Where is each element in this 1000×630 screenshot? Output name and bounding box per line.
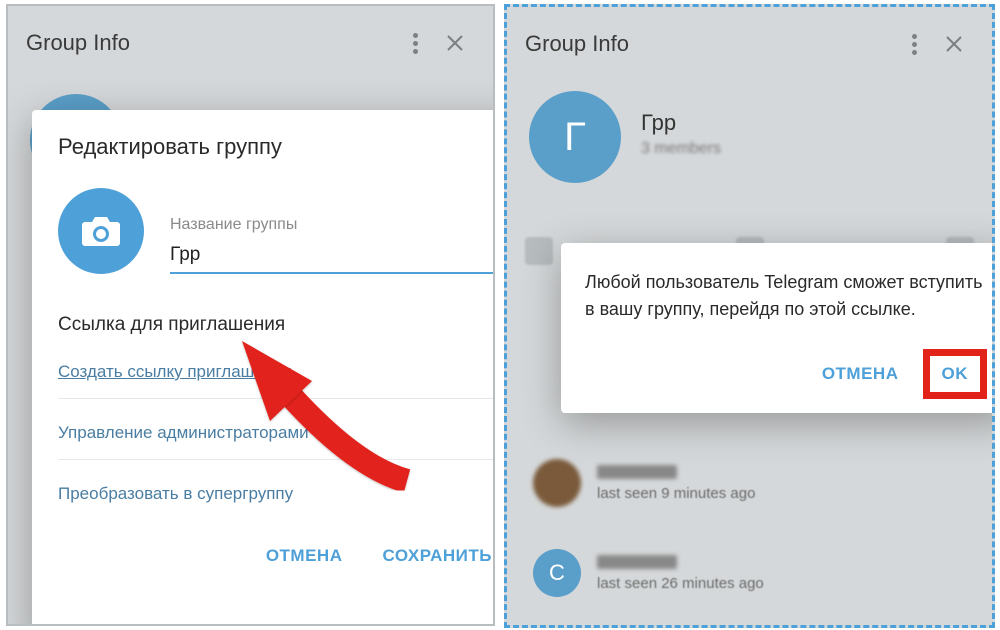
more-menu-button[interactable] bbox=[894, 24, 934, 64]
avatar-letter: С bbox=[549, 560, 565, 586]
member-avatar bbox=[533, 459, 581, 507]
camera-icon bbox=[81, 214, 121, 248]
dialog-title: Редактировать группу bbox=[58, 134, 495, 160]
save-button[interactable]: СОХРАНИТЬ bbox=[379, 538, 496, 574]
more-menu-button[interactable] bbox=[395, 23, 435, 63]
member-avatar: С bbox=[533, 549, 581, 597]
avatar-letter: Г bbox=[564, 115, 586, 160]
convert-supergroup-link[interactable]: Преобразовать в супергруппу bbox=[58, 476, 495, 520]
member-status: last seen 26 minutes ago bbox=[597, 575, 966, 592]
cancel-button[interactable]: ОТМЕНА bbox=[262, 538, 347, 574]
member-status: last seen 9 minutes ago bbox=[597, 485, 966, 502]
confirm-link-dialog: Любой пользователь Telegram сможет вступ… bbox=[561, 243, 995, 413]
dialog-text: Любой пользователь Telegram сможет вступ… bbox=[585, 269, 987, 323]
annotation-highlight: OK bbox=[923, 349, 988, 399]
group-name: Грр bbox=[641, 110, 721, 136]
manage-admins-link[interactable]: Управление администраторами bbox=[58, 415, 495, 460]
page-title: Group Info bbox=[26, 30, 395, 56]
set-photo-button[interactable] bbox=[58, 188, 144, 274]
member-name bbox=[597, 555, 677, 569]
close-button[interactable] bbox=[934, 24, 974, 64]
group-name-label: Название группы bbox=[170, 216, 495, 234]
page-title: Group Info bbox=[525, 31, 894, 57]
header: Group Info bbox=[507, 7, 992, 81]
invite-section-title: Ссылка для приглашения bbox=[58, 314, 495, 336]
create-invite-link[interactable]: Создать ссылку приглашения bbox=[58, 354, 495, 399]
group-members: 3 members bbox=[641, 140, 721, 158]
ok-button[interactable]: OK bbox=[938, 362, 973, 386]
group-avatar: Г bbox=[529, 91, 621, 183]
left-panel: Group Info Редактировать группу Название… bbox=[6, 4, 495, 626]
right-panel: Group Info Г Грр 3 members last seen 9 m… bbox=[504, 4, 995, 628]
header: Group Info bbox=[8, 6, 493, 80]
edit-group-dialog: Редактировать группу Название группы Ссы… bbox=[32, 110, 495, 626]
person-add-icon[interactable] bbox=[525, 237, 553, 265]
member-row[interactable]: С last seen 26 minutes ago bbox=[533, 547, 966, 599]
member-row[interactable]: last seen 9 minutes ago bbox=[533, 457, 966, 509]
group-header: Грр 3 members bbox=[641, 110, 721, 158]
member-name bbox=[597, 465, 677, 479]
group-name-input[interactable] bbox=[170, 240, 495, 274]
cancel-button[interactable]: ОТМЕНА bbox=[818, 356, 903, 392]
close-button[interactable] bbox=[435, 23, 475, 63]
